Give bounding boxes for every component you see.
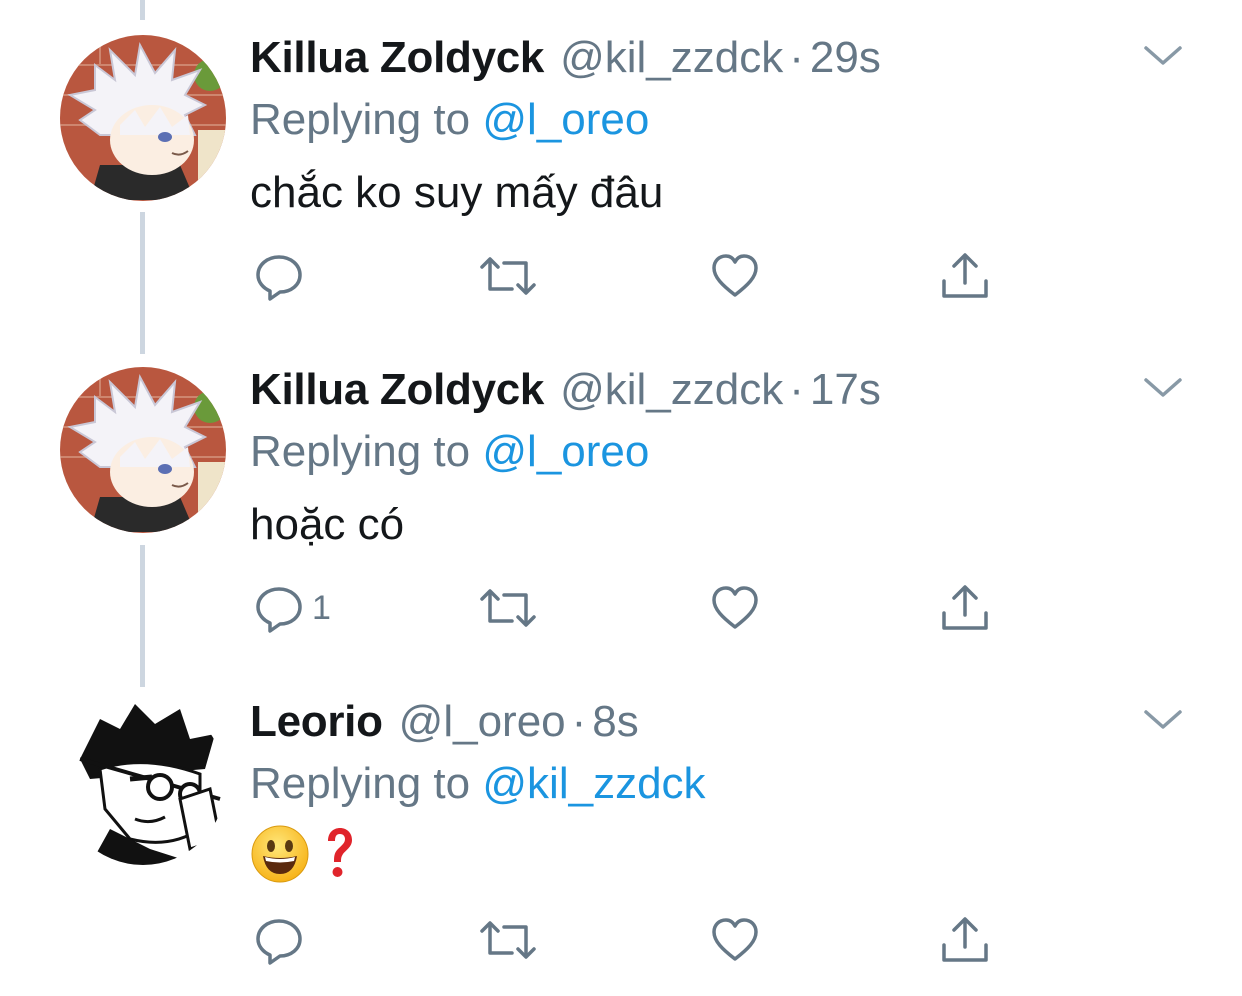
tweet-actions xyxy=(250,912,1010,968)
tweet-header: Leorio @l_oreo · 8s xyxy=(250,692,639,752)
share-button[interactable] xyxy=(940,912,990,968)
leorio-avatar-icon xyxy=(60,699,226,865)
share-button[interactable] xyxy=(940,580,990,636)
replying-prefix: Replying to xyxy=(250,427,471,476)
like-button[interactable] xyxy=(710,580,760,636)
retweet-button[interactable] xyxy=(478,580,538,636)
tweet-text: hoặc có xyxy=(250,500,405,549)
timestamp[interactable]: 8s xyxy=(592,692,638,752)
retweet-icon xyxy=(480,589,536,627)
reply-icon xyxy=(256,587,302,633)
timestamp[interactable]: 29s xyxy=(810,28,881,88)
display-name[interactable]: Leorio xyxy=(250,692,383,752)
tweet-text xyxy=(250,824,354,884)
share-button[interactable] xyxy=(940,248,990,304)
separator-dot: · xyxy=(789,365,804,414)
replying-to-line: Replying to @kil_zzdck xyxy=(250,754,706,814)
chevron-down-icon[interactable] xyxy=(1140,372,1186,402)
share-icon xyxy=(942,917,988,962)
heart-icon xyxy=(712,918,758,961)
grinning-face-emoji-icon xyxy=(251,825,309,883)
tweet-header: Killua Zoldyck @kil_zzdck · 29s xyxy=(250,28,881,88)
separator-dot: · xyxy=(571,697,587,746)
tweet-actions xyxy=(250,248,1010,304)
tweet-actions: 1 xyxy=(250,580,1010,636)
replying-to-line: Replying to @l_oreo xyxy=(250,422,649,482)
like-button[interactable] xyxy=(710,912,760,968)
replying-prefix: Replying to xyxy=(250,759,471,808)
tweet[interactable]: Leorio @l_oreo · 8s Replying to @kil_zzd… xyxy=(0,664,1242,996)
reply-icon xyxy=(256,255,302,301)
retweet-button[interactable] xyxy=(478,248,538,304)
reply-icon xyxy=(256,919,302,965)
retweet-button[interactable] xyxy=(478,912,538,968)
replying-to-line: Replying to @l_oreo xyxy=(250,90,649,150)
tweet[interactable]: Killua Zoldyck @kil_zzdck · 17s Replying… xyxy=(0,332,1242,664)
reply-button[interactable] xyxy=(254,912,312,968)
tweet-header: Killua Zoldyck @kil_zzdck · 17s xyxy=(250,360,881,420)
timestamp[interactable]: 17s xyxy=(810,360,881,420)
killua-avatar-icon xyxy=(60,367,226,533)
separator-dot: · xyxy=(789,33,804,82)
display-name[interactable]: Killua Zoldyck xyxy=(250,28,544,88)
retweet-icon xyxy=(480,921,536,959)
reply-count: 1 xyxy=(312,588,331,627)
reply-button[interactable]: 1 xyxy=(254,580,331,636)
heart-icon xyxy=(712,586,758,629)
user-handle[interactable]: @kil_zzdck xyxy=(560,28,783,88)
red-question-mark-emoji-icon xyxy=(328,828,352,877)
share-icon xyxy=(942,585,988,630)
reply-mention-link[interactable]: @l_oreo xyxy=(482,427,649,476)
reply-mention-link[interactable]: @l_oreo xyxy=(482,95,649,144)
retweet-icon xyxy=(480,257,536,295)
avatar[interactable] xyxy=(60,699,226,865)
avatar[interactable] xyxy=(60,35,226,201)
killua-avatar-icon xyxy=(60,35,226,201)
chevron-down-icon[interactable] xyxy=(1140,704,1186,734)
reply-button[interactable] xyxy=(254,248,312,304)
replying-prefix: Replying to xyxy=(250,95,471,144)
user-handle[interactable]: @kil_zzdck xyxy=(560,360,783,420)
display-name[interactable]: Killua Zoldyck xyxy=(250,360,544,420)
reply-mention-link[interactable]: @kil_zzdck xyxy=(482,759,705,808)
share-icon xyxy=(942,253,988,298)
like-button[interactable] xyxy=(710,248,760,304)
chevron-down-icon[interactable] xyxy=(1140,40,1186,70)
avatar[interactable] xyxy=(60,367,226,533)
user-handle[interactable]: @l_oreo xyxy=(399,692,566,752)
heart-icon xyxy=(712,254,758,297)
tweet-text: chắc ko suy mấy đâu xyxy=(250,168,664,217)
tweet[interactable]: Killua Zoldyck @kil_zzdck · 29s Replying… xyxy=(0,0,1242,332)
